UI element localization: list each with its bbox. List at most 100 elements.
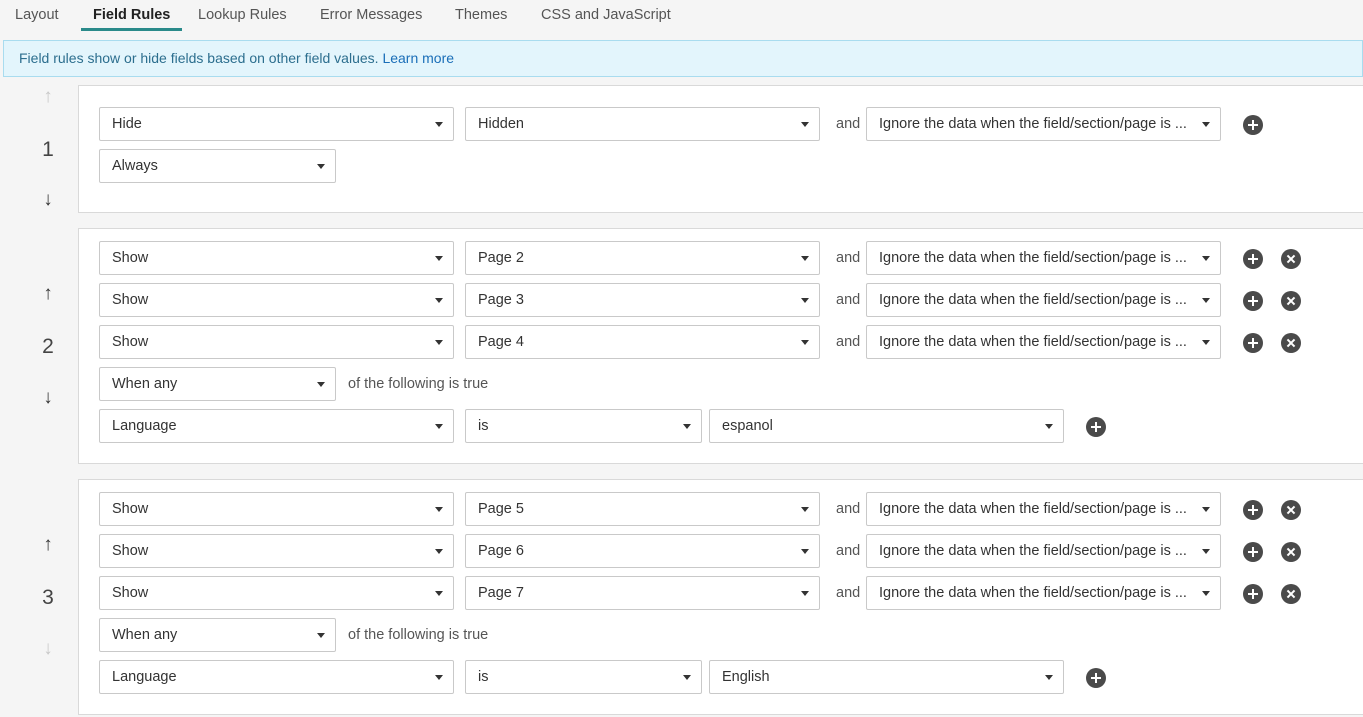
data-handling-select[interactable]: Ignore the data when the field/section/p… <box>866 107 1221 141</box>
arrow-up-icon: ↑ <box>43 86 53 107</box>
rule-number: 2 <box>42 335 54 358</box>
learn-more-link[interactable]: Learn more <box>382 50 454 66</box>
tab-themes[interactable]: Themes <box>455 0 507 31</box>
target-select[interactable]: Hidden <box>465 107 820 141</box>
condition-select[interactable]: When any <box>99 618 336 652</box>
action-select[interactable]: Show <box>99 534 454 568</box>
arrow-down-icon: ↓ <box>43 638 53 659</box>
close-circle-icon[interactable] <box>1281 542 1301 562</box>
close-circle-icon[interactable] <box>1281 291 1301 311</box>
chevron-down-icon <box>1202 340 1210 345</box>
criteria-field-select[interactable]: Language <box>99 409 454 443</box>
arrow-down-icon[interactable]: ↓ <box>30 388 66 408</box>
tab-field-rules[interactable]: Field Rules <box>81 0 183 31</box>
and-label: and <box>836 250 861 266</box>
tab-error-messages[interactable]: Error Messages <box>320 0 422 31</box>
target-select[interactable]: Page 7 <box>465 576 820 610</box>
info-banner: Field rules show or hide fields based on… <box>3 40 1363 77</box>
chevron-down-icon <box>317 164 325 169</box>
data-handling-select[interactable]: Ignore the data when the field/section/p… <box>866 283 1221 317</box>
arrow-up-icon[interactable]: ↑ <box>30 284 66 304</box>
criteria-operator-select[interactable]: is <box>465 660 702 694</box>
criteria-operator-select[interactable]: is <box>465 409 702 443</box>
data-handling-select[interactable]: Ignore the data when the field/section/p… <box>866 492 1221 526</box>
chevron-down-icon <box>435 507 443 512</box>
target-select[interactable]: Page 4 <box>465 325 820 359</box>
plus-circle-icon[interactable] <box>1243 291 1263 311</box>
condition-select[interactable]: Always <box>99 149 336 183</box>
plus-circle-icon[interactable] <box>1086 668 1106 688</box>
criteria-field-select[interactable]: Language <box>99 660 454 694</box>
target-select[interactable]: Page 6 <box>465 534 820 568</box>
condition-select[interactable]: When any <box>99 367 336 401</box>
data-handling-select[interactable]: Ignore the data when the field/section/p… <box>866 534 1221 568</box>
plus-circle-icon[interactable] <box>1086 417 1106 437</box>
and-label: and <box>836 292 861 308</box>
chevron-down-icon <box>1202 591 1210 596</box>
plus-circle-icon[interactable] <box>1243 333 1263 353</box>
tab-bar: Layout Field Rules Lookup Rules Error Me… <box>0 0 1363 31</box>
criteria-value-select[interactable]: English <box>709 660 1064 694</box>
and-label: and <box>836 585 861 601</box>
chevron-down-icon <box>801 549 809 554</box>
chevron-down-icon <box>801 122 809 127</box>
plus-circle-icon[interactable] <box>1243 249 1263 269</box>
chevron-down-icon <box>1202 256 1210 261</box>
chevron-down-icon <box>801 256 809 261</box>
data-handling-select[interactable]: Ignore the data when the field/section/p… <box>866 325 1221 359</box>
and-label: and <box>836 116 861 132</box>
arrow-up-icon[interactable]: ↑ <box>30 535 66 555</box>
chevron-down-icon <box>1202 507 1210 512</box>
action-select[interactable]: Show <box>99 325 454 359</box>
chevron-down-icon <box>683 424 691 429</box>
chevron-down-icon <box>1045 424 1053 429</box>
criteria-value-select[interactable]: espanol <box>709 409 1064 443</box>
chevron-down-icon <box>801 340 809 345</box>
target-select[interactable]: Page 5 <box>465 492 820 526</box>
data-handling-select[interactable]: Ignore the data when the field/section/p… <box>866 241 1221 275</box>
chevron-down-icon <box>435 298 443 303</box>
action-select[interactable]: Show <box>99 576 454 610</box>
chevron-down-icon <box>801 507 809 512</box>
plus-circle-icon[interactable] <box>1243 500 1263 520</box>
chevron-down-icon <box>1202 549 1210 554</box>
chevron-down-icon <box>801 591 809 596</box>
action-select[interactable]: Hide <box>99 107 454 141</box>
banner-text: Field rules show or hide fields based on… <box>19 50 383 66</box>
plus-circle-icon[interactable] <box>1243 584 1263 604</box>
of-following-label: of the following is true <box>348 627 489 643</box>
chevron-down-icon <box>1202 122 1210 127</box>
close-circle-icon[interactable] <box>1281 584 1301 604</box>
tab-layout[interactable]: Layout <box>15 0 59 31</box>
and-label: and <box>836 334 861 350</box>
chevron-down-icon <box>317 382 325 387</box>
chevron-down-icon <box>1202 298 1210 303</box>
and-label: and <box>836 501 861 517</box>
chevron-down-icon <box>435 675 443 680</box>
close-circle-icon[interactable] <box>1281 249 1301 269</box>
and-label: and <box>836 543 861 559</box>
action-select[interactable]: Show <box>99 241 454 275</box>
action-select[interactable]: Show <box>99 492 454 526</box>
chevron-down-icon <box>435 549 443 554</box>
target-select[interactable]: Page 3 <box>465 283 820 317</box>
chevron-down-icon <box>435 256 443 261</box>
chevron-down-icon <box>317 633 325 638</box>
chevron-down-icon <box>435 122 443 127</box>
rule-number: 3 <box>42 586 54 609</box>
close-circle-icon[interactable] <box>1281 500 1301 520</box>
tab-css-javascript[interactable]: CSS and JavaScript <box>541 0 671 31</box>
arrow-down-icon[interactable]: ↓ <box>30 190 66 210</box>
plus-circle-icon[interactable] <box>1243 542 1263 562</box>
action-select[interactable]: Show <box>99 283 454 317</box>
rule-number: 1 <box>42 138 54 161</box>
close-circle-icon[interactable] <box>1281 333 1301 353</box>
of-following-label: of the following is true <box>348 376 489 392</box>
target-select[interactable]: Page 2 <box>465 241 820 275</box>
chevron-down-icon <box>1045 675 1053 680</box>
plus-circle-icon[interactable] <box>1243 115 1263 135</box>
data-handling-select[interactable]: Ignore the data when the field/section/p… <box>866 576 1221 610</box>
chevron-down-icon <box>435 591 443 596</box>
chevron-down-icon <box>683 675 691 680</box>
tab-lookup-rules[interactable]: Lookup Rules <box>198 0 287 31</box>
